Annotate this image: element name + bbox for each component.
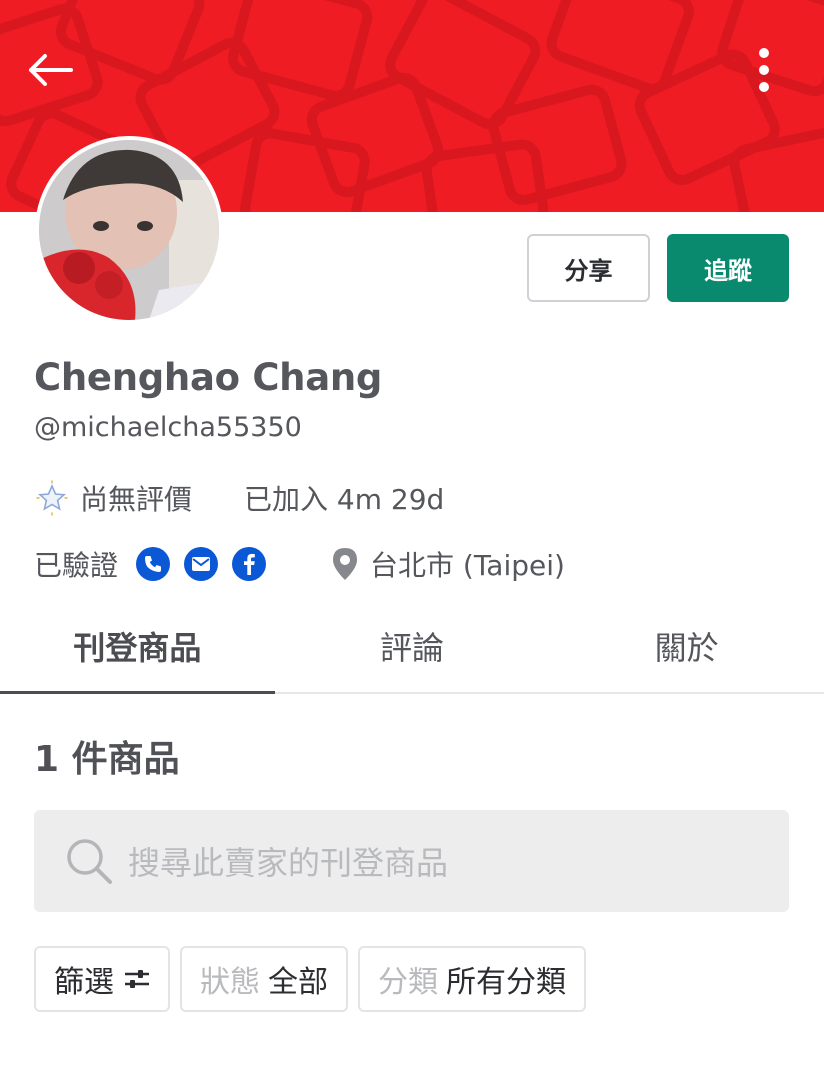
category-filter[interactable]: 分類 所有分類 [358, 946, 586, 1012]
phone-glyph [145, 556, 162, 572]
avatar[interactable] [35, 136, 223, 324]
phone-icon[interactable] [136, 547, 171, 581]
tab-reviews[interactable]: 評論 [275, 600, 550, 692]
filter-bar: 篩選 狀態 全部 分類 所有分類 [34, 946, 586, 1012]
sliders-icon [125, 970, 149, 988]
email-glyph [192, 557, 211, 571]
rating-row: 尚無評價 已加入 4m 29d [34, 476, 444, 520]
profile-name: Chenghao Chang [34, 356, 383, 399]
profile-handle: @michaelcha55350 [34, 412, 302, 443]
joined-text: 已加入 4m 29d [244, 483, 445, 516]
status-filter-value: 全部 [268, 965, 328, 1000]
location-pin-icon [333, 548, 358, 580]
search-icon [67, 839, 112, 884]
verification-row: 已驗證 台北市 (Taipei) [34, 542, 565, 586]
star-icon [36, 480, 68, 516]
tab-listings[interactable]: 刊登商品 [0, 600, 275, 694]
listing-search-input[interactable]: 搜尋此賣家的刊登商品 [34, 810, 789, 912]
follow-button[interactable]: 追蹤 [667, 234, 789, 302]
filter-label: 篩選 [54, 965, 114, 1000]
category-filter-label: 分類 [378, 965, 438, 1000]
filter-button[interactable]: 篩選 [34, 946, 170, 1012]
facebook-icon[interactable] [232, 547, 267, 581]
rating-text: 尚無評價 [80, 483, 193, 516]
avatar-photo [39, 140, 219, 320]
email-icon[interactable] [184, 547, 219, 581]
profile-photo-image [39, 140, 219, 320]
more-options-button[interactable] [742, 42, 786, 98]
search-placeholder: 搜尋此賣家的刊登商品 [128, 844, 449, 882]
vertical-dots-icon [759, 48, 769, 92]
category-filter-value: 所有分類 [446, 965, 566, 1000]
verified-icons [136, 547, 267, 581]
status-filter-label: 狀態 [200, 965, 260, 1000]
arrow-left-icon [29, 54, 73, 86]
back-button[interactable] [22, 46, 78, 94]
location-text: 台北市 (Taipei) [370, 549, 565, 582]
share-button[interactable]: 分享 [527, 234, 650, 302]
profile-tabs: 刊登商品 評論 關於 [0, 600, 824, 694]
tab-about[interactable]: 關於 [549, 600, 824, 692]
listing-count: 1 件商品 [34, 739, 180, 780]
facebook-glyph [244, 553, 255, 575]
verified-label: 已驗證 [34, 549, 119, 582]
location: 台北市 (Taipei) [330, 544, 565, 584]
status-filter[interactable]: 狀態 全部 [180, 946, 348, 1012]
